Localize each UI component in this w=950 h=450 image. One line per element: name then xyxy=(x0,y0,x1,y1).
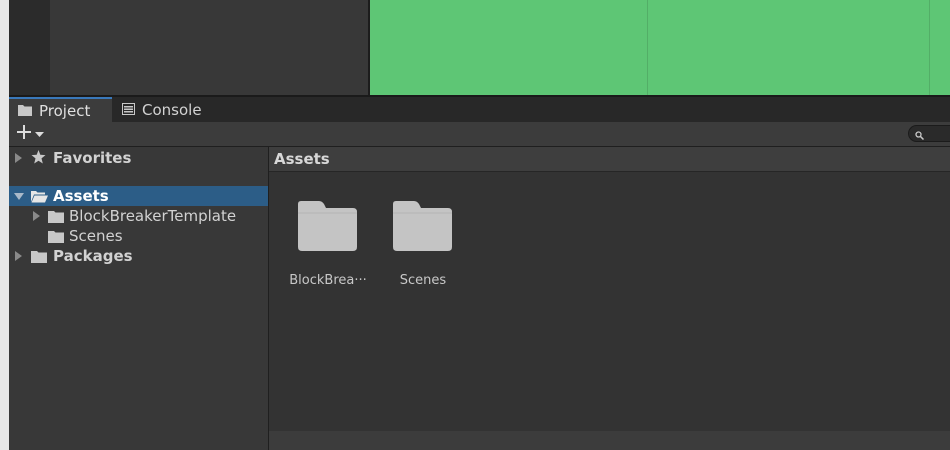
folder-icon xyxy=(18,102,32,120)
collapse-arrow-icon[interactable] xyxy=(14,193,24,200)
folder-icon xyxy=(297,199,358,256)
tab-console[interactable]: Console xyxy=(122,97,202,122)
tree-item-favorites[interactable]: Favorites xyxy=(9,148,268,168)
tab-project-label: Project xyxy=(39,101,91,120)
breadcrumb-assets[interactable]: Assets xyxy=(274,150,330,168)
folder-tree: Favorites Assets BlockBreakerTemplate Sc… xyxy=(9,147,268,450)
tab-console-label: Console xyxy=(142,100,202,119)
folder-icon xyxy=(392,199,453,256)
window-left-edge xyxy=(0,0,9,450)
tab-project[interactable]: Project xyxy=(9,97,112,122)
tab-strip: Project Console xyxy=(9,97,950,122)
create-button[interactable] xyxy=(16,123,44,145)
tree-item-assets[interactable]: Assets xyxy=(9,186,268,206)
hierarchy-panel xyxy=(50,0,368,96)
asset-item-label: BlockBrea··· xyxy=(289,273,367,288)
project-toolbar xyxy=(9,122,950,147)
expand-arrow-icon[interactable] xyxy=(33,211,40,221)
breadcrumb: Assets xyxy=(269,147,950,172)
tree-item-label: Scenes xyxy=(69,227,123,245)
folder-open-icon xyxy=(31,189,48,207)
asset-item-scenes[interactable]: Scenes xyxy=(378,199,468,289)
asset-item-label: Scenes xyxy=(399,273,447,288)
folder-icon xyxy=(48,209,64,227)
search-icon xyxy=(915,128,925,144)
tree-item-label: Packages xyxy=(53,247,133,265)
expand-arrow-icon[interactable] xyxy=(15,153,22,163)
tree-item-label: Assets xyxy=(53,187,109,205)
search-input[interactable] xyxy=(908,125,950,142)
tree-item-scenes[interactable]: Scenes xyxy=(9,226,268,246)
tree-item-label: Favorites xyxy=(53,149,132,167)
plus-icon xyxy=(16,124,32,144)
expand-arrow-icon[interactable] xyxy=(15,251,22,261)
console-icon xyxy=(122,101,135,119)
game-view[interactable] xyxy=(370,0,950,96)
asset-item-blockbreakertemplate[interactable]: BlockBrea··· xyxy=(283,199,373,289)
tree-item-label: BlockBreakerTemplate xyxy=(69,207,237,225)
tree-item-blockbreakertemplate[interactable]: BlockBreakerTemplate xyxy=(9,206,268,226)
folder-icon xyxy=(31,249,47,267)
tree-item-packages[interactable]: Packages xyxy=(9,246,268,266)
folder-icon xyxy=(48,229,64,247)
star-icon xyxy=(31,150,46,168)
scene-toolbar-strip xyxy=(9,0,50,96)
asset-grid-panel: Assets BlockBrea··· Scenes xyxy=(269,147,950,450)
chevron-down-icon xyxy=(35,126,44,142)
asset-panel-footer xyxy=(269,431,950,450)
